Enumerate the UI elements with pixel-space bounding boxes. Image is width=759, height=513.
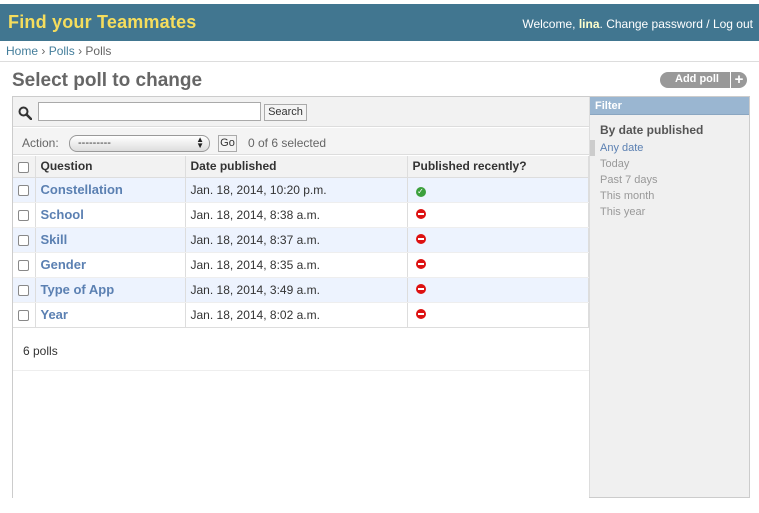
username: lina <box>578 17 600 31</box>
filter-sidebar: Filter By date published Any date Today Pa… <box>589 97 749 497</box>
published-recently-cell <box>407 252 589 278</box>
action-label: Action: <box>22 136 59 150</box>
welcome-text: Welcome, <box>522 17 576 31</box>
no-icon <box>415 258 426 269</box>
breadcrumb-separator: › <box>41 44 46 58</box>
select-arrows-icon: ▲ ▼ <box>196 135 204 150</box>
row-checkbox[interactable] <box>18 209 29 221</box>
question-cell: Year <box>35 302 186 328</box>
question-link[interactable]: Type of App <box>41 282 115 297</box>
user-tools: Welcome, lina. Change password / Log out <box>522 17 753 31</box>
changelist: Search Action: --------- ▲ ▼ Go 0 of 6 se… <box>12 96 750 498</box>
published-recently-cell: ✓ <box>407 177 589 203</box>
breadcrumb-home[interactable]: Home <box>6 44 38 58</box>
add-poll-button[interactable]: Add poll + <box>660 72 747 88</box>
date-cell: Jan. 18, 2014, 10:20 p.m. <box>185 177 408 203</box>
row-select-cell <box>13 302 36 328</box>
date-cell: Jan. 18, 2014, 8:02 a.m. <box>185 302 408 328</box>
row-checkbox[interactable] <box>18 309 29 321</box>
search-input[interactable] <box>38 102 261 121</box>
table-row: Year Jan. 18, 2014, 8:02 a.m. <box>13 302 589 328</box>
no-icon <box>415 308 426 319</box>
row-checkbox[interactable] <box>18 234 29 246</box>
logout-link[interactable]: Log out <box>713 17 753 31</box>
no-icon <box>415 208 426 219</box>
filter-option[interactable]: This month <box>590 188 749 204</box>
change-password-link[interactable]: Change password <box>606 17 703 31</box>
row-select-cell <box>13 202 36 228</box>
go-button[interactable]: Go <box>218 135 237 152</box>
question-link[interactable]: Constellation <box>41 182 123 197</box>
search-button[interactable]: Search <box>264 104 307 121</box>
row-checkbox[interactable] <box>18 259 29 271</box>
question-link[interactable]: Gender <box>41 257 87 272</box>
column-header-question[interactable]: Question <box>35 156 186 178</box>
filter-title: By date published <box>600 123 704 137</box>
row-select-cell <box>13 252 36 278</box>
row-select-cell <box>13 277 36 303</box>
action-select[interactable]: --------- ▲ ▼ <box>69 135 210 152</box>
filter-option[interactable]: Past 7 days <box>590 172 749 188</box>
column-header-published-recently[interactable]: Published recently? <box>407 156 589 178</box>
question-cell: Constellation <box>35 177 186 203</box>
search-icon <box>18 106 32 120</box>
filter-header: Filter <box>590 97 749 115</box>
select-all-cell <box>13 156 36 178</box>
select-all-checkbox[interactable] <box>18 161 29 173</box>
table-row: School Jan. 18, 2014, 8:38 a.m. <box>13 202 589 228</box>
question-link[interactable]: School <box>41 207 84 222</box>
page-title: Select poll to change <box>12 70 203 91</box>
results-table: Question Date published Published recent… <box>13 156 589 328</box>
breadcrumb-app[interactable]: Polls <box>49 44 75 58</box>
date-cell: Jan. 18, 2014, 3:49 a.m. <box>185 277 408 303</box>
yes-icon: ✓ <box>415 186 426 197</box>
list-bottom-area <box>13 372 589 498</box>
header: Find your Teammates Welcome, lina. Chang… <box>0 4 759 41</box>
row-select-cell <box>13 227 36 253</box>
row-select-cell <box>13 177 36 203</box>
date-cell: Jan. 18, 2014, 8:38 a.m. <box>185 202 408 228</box>
plus-icon: + <box>730 72 747 88</box>
row-checkbox[interactable] <box>18 284 29 296</box>
published-recently-cell <box>407 277 589 303</box>
site-branding[interactable]: Find your Teammates <box>8 12 197 33</box>
row-checkbox[interactable] <box>18 184 29 196</box>
column-header-date-published[interactable]: Date published <box>185 156 408 178</box>
table-header-row: Question Date published Published recent… <box>13 156 589 178</box>
add-poll-label: Add poll <box>675 73 719 85</box>
table-row: Skill Jan. 18, 2014, 8:37 a.m. <box>13 227 589 253</box>
breadcrumb-separator: › <box>78 44 83 58</box>
action-select-value: --------- <box>78 137 111 149</box>
breadcrumb-current: Polls <box>85 44 112 58</box>
paginator: 6 polls <box>13 327 589 371</box>
no-icon <box>415 283 426 294</box>
date-cell: Jan. 18, 2014, 8:35 a.m. <box>185 252 408 278</box>
actions-bar: Action: --------- ▲ ▼ Go 0 of 6 selected <box>13 128 589 155</box>
question-cell: Type of App <box>35 277 186 303</box>
table-row: Gender Jan. 18, 2014, 8:35 a.m. <box>13 252 589 278</box>
search-toolbar: Search <box>13 97 589 127</box>
filter-option[interactable]: Today <box>590 156 749 172</box>
filter-option[interactable]: Any date <box>590 140 749 156</box>
no-icon <box>415 233 426 244</box>
question-cell: School <box>35 202 186 228</box>
question-link[interactable]: Year <box>41 307 68 322</box>
user-tools-separator: / <box>706 17 710 31</box>
published-recently-cell <box>407 302 589 328</box>
table-row: Type of App Jan. 18, 2014, 3:49 a.m. <box>13 277 589 303</box>
breadcrumb: Home › Polls › Polls <box>0 41 759 62</box>
selected-count: 0 of 6 selected <box>248 136 327 150</box>
table-row: Constellation Jan. 18, 2014, 10:20 p.m. ✓ <box>13 177 589 203</box>
published-recently-cell <box>407 227 589 253</box>
question-cell: Skill <box>35 227 186 253</box>
question-link[interactable]: Skill <box>41 232 68 247</box>
question-cell: Gender <box>35 252 186 278</box>
filter-option[interactable]: This year <box>590 204 749 220</box>
published-recently-cell <box>407 202 589 228</box>
date-cell: Jan. 18, 2014, 8:37 a.m. <box>185 227 408 253</box>
filter-options: Any date Today Past 7 days This month This y… <box>590 140 749 220</box>
